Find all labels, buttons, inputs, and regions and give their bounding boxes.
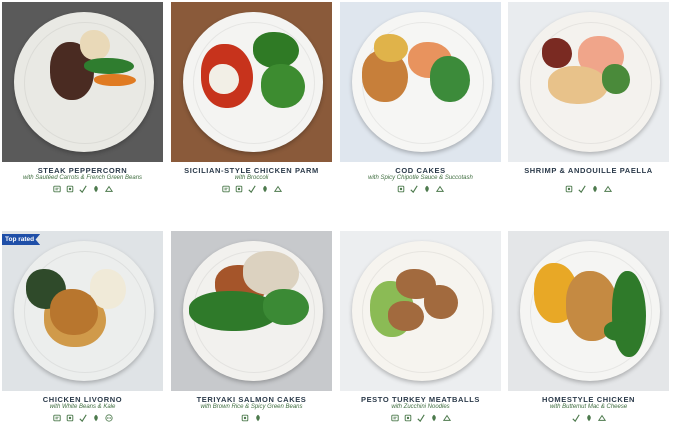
leaf-icon: [78, 185, 87, 193]
meal-card[interactable]: PESTO TURKEY MEATBALLS with Zucchini Nood…: [340, 231, 501, 446]
meal-subtitle: with Brown Rice & Spicy Green Beans: [200, 404, 303, 410]
top-rated-badge: Top rated: [2, 234, 41, 245]
diet-icons: [508, 185, 669, 193]
food-item: [243, 251, 299, 295]
meal-name[interactable]: SICILIAN-STYLE CHICKEN PARM: [171, 166, 332, 175]
carb-icon: [66, 414, 74, 422]
diet-icons: [508, 414, 669, 422]
meal-card[interactable]: HOMESTYLE CHICKEN with Buttemut Mac & Che…: [508, 231, 669, 446]
meal-name[interactable]: PESTO TURKEY MEATBALLS: [340, 395, 501, 404]
veggie-icon: [254, 414, 262, 422]
veggie-icon: [92, 185, 100, 193]
food-item: [263, 289, 309, 325]
leaf-icon: [78, 414, 87, 422]
veggie-icon: [430, 414, 438, 422]
meal-photo[interactable]: [171, 2, 332, 162]
food-item: [388, 301, 424, 331]
food-item: [604, 321, 634, 341]
meal-card[interactable]: Top rated CHICKEN LIVORNO with White Beans…: [2, 231, 163, 446]
meal-name[interactable]: HOMESTYLE CHICKEN: [508, 395, 669, 404]
diet-icons: [171, 414, 332, 422]
leaf-icon: [571, 414, 580, 422]
leaf-icon: [416, 414, 425, 422]
meal-card[interactable]: SHRIMP & ANDOUILLE PAELLA: [508, 2, 669, 217]
diet-icons: [340, 414, 501, 422]
veggie-icon: [92, 414, 100, 422]
chef-icon: [273, 185, 282, 193]
food-item: [542, 38, 572, 68]
meal-card[interactable]: COD CAKES with Spicy Chipotle Sauce & Suc…: [340, 2, 501, 217]
leaf-icon: [247, 185, 256, 193]
food-item: [50, 289, 98, 335]
meal-photo[interactable]: [171, 231, 332, 391]
chef-icon: [604, 185, 612, 193]
chef-icon: [442, 414, 451, 422]
food-item: [253, 32, 299, 68]
meal-photo[interactable]: [340, 2, 501, 162]
diet-icons: [171, 185, 332, 193]
more-icon[interactable]: [104, 414, 113, 422]
veggie-icon: [261, 185, 269, 193]
veggie-icon: [585, 414, 593, 422]
meal-photo[interactable]: [2, 231, 163, 391]
meal-card[interactable]: STEAK PEPPERCORN with Sautéed Carrots & F…: [2, 2, 163, 217]
meal-photo[interactable]: [508, 2, 669, 162]
calorie-icon: [52, 185, 61, 193]
meal-photo[interactable]: [340, 231, 501, 391]
diet-icons: [2, 414, 163, 422]
leaf-icon: [578, 185, 586, 193]
meal-photo[interactable]: [2, 2, 163, 162]
veggie-icon: [591, 185, 599, 193]
meal-name[interactable]: CHICKEN LIVORNO: [2, 395, 163, 404]
food-item: [374, 34, 408, 62]
meal-subtitle: with White Beans & Kale: [49, 404, 116, 410]
food-item: [548, 66, 608, 104]
meal-photo[interactable]: [508, 231, 669, 391]
meal-name[interactable]: STEAK PEPPERCORN: [2, 166, 163, 175]
food-item: [209, 64, 239, 94]
food-item: [80, 30, 110, 60]
chef-icon: [597, 414, 606, 422]
food-item: [261, 64, 305, 108]
veggie-icon: [423, 185, 431, 193]
calorie-icon: [390, 414, 399, 422]
carb-icon: [404, 414, 412, 422]
carb-icon: [565, 185, 573, 193]
carb-icon: [241, 414, 249, 422]
meal-subtitle: with Broccoli: [234, 175, 269, 181]
carb-icon: [397, 185, 405, 193]
meal-card[interactable]: TERIYAKI SALMON CAKES with Brown Rice & S…: [171, 231, 332, 446]
diet-icons: [340, 185, 501, 193]
meal-name[interactable]: TERIYAKI SALMON CAKES: [171, 395, 332, 404]
diet-icons: [2, 185, 163, 193]
calorie-icon: [52, 414, 61, 422]
food-item: [84, 58, 134, 74]
food-item: [602, 64, 630, 94]
meal-name[interactable]: COD CAKES: [340, 166, 501, 175]
food-item: [94, 74, 136, 86]
meal-subtitle: with Sautéed Carrots & French Green Bean…: [22, 175, 143, 181]
food-item: [612, 271, 646, 357]
chef-icon: [104, 185, 113, 193]
meal-subtitle: with Buttemut Mac & Cheese: [549, 404, 628, 410]
meal-subtitle: with Spicy Chipotle Sauce & Succotash: [368, 175, 473, 181]
meal-subtitle: with Zucchini Noodles: [391, 404, 450, 410]
carb-icon: [235, 185, 243, 193]
meal-name[interactable]: SHRIMP & ANDOUILLE PAELLA: [508, 166, 669, 175]
leaf-icon: [410, 185, 418, 193]
meal-card[interactable]: SICILIAN-STYLE CHICKEN PARM with Broccoli: [171, 2, 332, 217]
calorie-icon: [221, 185, 230, 193]
chef-icon: [436, 185, 444, 193]
food-item: [424, 285, 458, 319]
food-item: [430, 56, 470, 102]
carb-icon: [66, 185, 74, 193]
